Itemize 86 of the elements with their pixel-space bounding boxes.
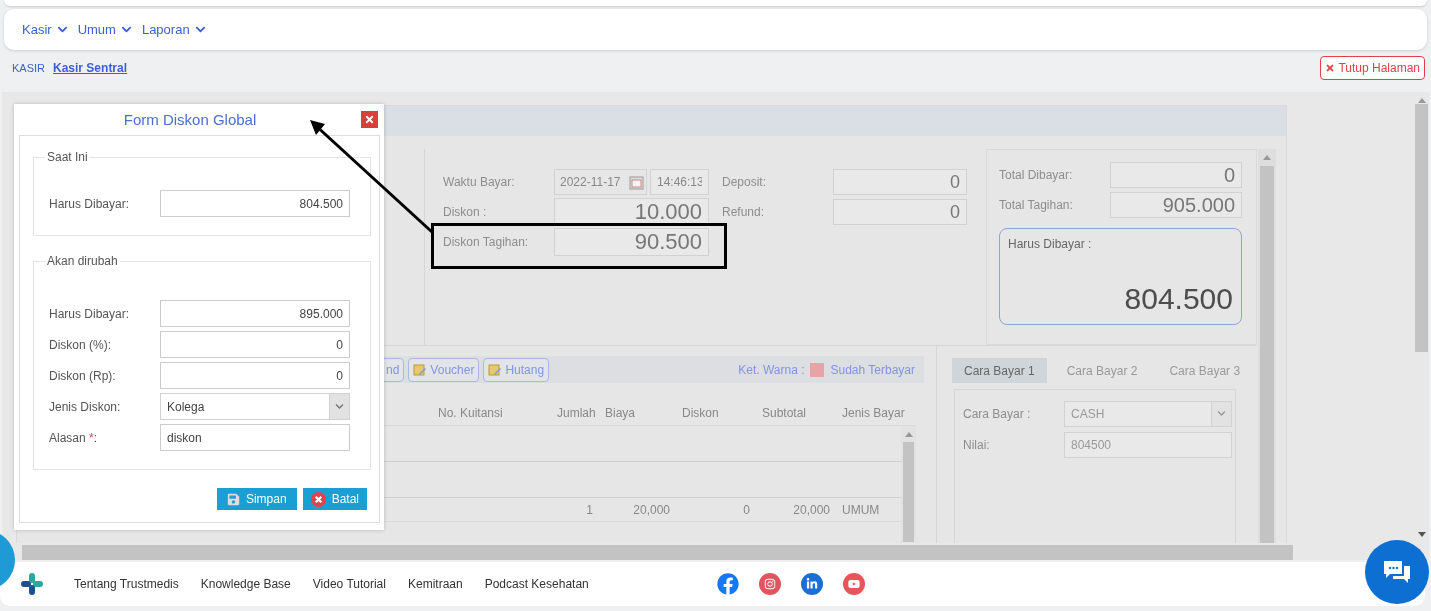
field-label: Waktu Bayar: bbox=[443, 175, 516, 189]
payment-tab[interactable]: Cara Bayar 1 bbox=[952, 358, 1047, 383]
cancel-button[interactable]: Batal bbox=[302, 488, 367, 510]
input-field[interactable]: 895.000 bbox=[160, 300, 350, 327]
chevron-down-icon bbox=[194, 24, 206, 35]
table-cell-text: 0 bbox=[742, 502, 751, 517]
section-legend: Akan dirubah bbox=[45, 254, 120, 268]
close-page-button[interactable]: Tutup Halaman bbox=[1320, 56, 1425, 80]
chevron-down-icon bbox=[120, 24, 132, 35]
field-label: Diskon : bbox=[443, 205, 488, 219]
total-bill-field[interactable]: 905.000 bbox=[1110, 192, 1242, 218]
save-button[interactable]: Simpan bbox=[216, 488, 297, 510]
calendar-icon[interactable] bbox=[629, 174, 644, 190]
linkedin-icon[interactable] bbox=[800, 573, 823, 595]
close-icon bbox=[1325, 63, 1336, 73]
dropdown-field[interactable]: Kolega bbox=[160, 393, 350, 420]
field-label: Total Tagihan: bbox=[999, 198, 1074, 212]
chat-icon bbox=[1382, 559, 1412, 585]
deposit-field[interactable]: 0 bbox=[833, 169, 967, 195]
column-header: Biaya bbox=[604, 406, 637, 420]
dialog-title: Form Diskon Global bbox=[122, 111, 258, 128]
amount-due-value: 804.500 bbox=[1124, 282, 1233, 316]
toolbar-button[interactable]: Hutang bbox=[483, 357, 550, 382]
field-label: Harus Dibayar: bbox=[49, 196, 131, 211]
payment-tab[interactable]: Cara Bayar 3 bbox=[1157, 358, 1253, 383]
field-label: Diskon Tagihan: bbox=[443, 235, 530, 249]
column-header: Subtotal bbox=[761, 406, 808, 420]
instagram-icon[interactable] bbox=[758, 573, 781, 595]
input-field[interactable]: 0 bbox=[160, 362, 350, 389]
input-field[interactable]: diskon bbox=[160, 424, 350, 451]
nav-menu[interactable]: Kasir bbox=[22, 22, 68, 37]
breadcrumb-link[interactable]: Kasir Sentral bbox=[53, 61, 128, 75]
close-icon bbox=[310, 491, 326, 507]
footer-link[interactable]: Knowledge Base bbox=[200, 577, 291, 591]
vertical-scrollbar[interactable] bbox=[901, 426, 916, 543]
save-icon bbox=[226, 492, 240, 506]
column-header: Jumlah bbox=[556, 406, 597, 420]
dropdown-field[interactable]: CASH bbox=[1064, 400, 1232, 427]
table-cell-text: 20,000 bbox=[632, 502, 671, 517]
column-header: Diskon bbox=[681, 406, 720, 420]
footer-link[interactable]: Video Tutorial bbox=[312, 577, 386, 591]
field-label: Jenis Diskon: bbox=[49, 399, 122, 414]
field-label: Diskon (%): bbox=[49, 337, 112, 352]
youtube-icon[interactable] bbox=[842, 573, 865, 595]
amount-field[interactable]: 804500 bbox=[1064, 431, 1232, 458]
field-label: Deposit: bbox=[721, 175, 768, 189]
vertical-scrollbar[interactable] bbox=[1258, 149, 1276, 543]
section-legend: Saat Ini bbox=[45, 150, 90, 164]
column-header: Jenis Bayar bbox=[841, 406, 906, 420]
field-label: Total Dibayar: bbox=[999, 168, 1074, 182]
footer-link[interactable]: Tentang Trustmedis bbox=[74, 577, 179, 591]
bill-discount-field[interactable]: 90.500 bbox=[554, 228, 709, 256]
field-label: Refund: bbox=[721, 205, 766, 219]
payment-tab[interactable]: Cara Bayar 2 bbox=[1054, 358, 1150, 383]
footer-link[interactable]: Podcast Kesehatan bbox=[484, 577, 589, 591]
legend-label: Sudah Terbayar bbox=[830, 362, 915, 377]
horizontal-scrollbar[interactable] bbox=[22, 545, 1293, 560]
field-label: Diskon (Rp): bbox=[49, 368, 117, 383]
close-icon bbox=[364, 114, 375, 125]
facebook-icon[interactable] bbox=[716, 573, 739, 595]
legend-label: Ket. Warna : bbox=[738, 362, 805, 377]
input-field[interactable]: 0 bbox=[160, 331, 350, 358]
footer-link[interactable]: Kemitraan bbox=[407, 577, 463, 591]
refund-field[interactable]: 0 bbox=[833, 199, 967, 225]
breadcrumb-section: KASIR bbox=[12, 62, 45, 74]
caret-icon bbox=[329, 394, 349, 419]
discount-field[interactable]: 10.000 bbox=[554, 198, 709, 226]
field-label: Alasan *: bbox=[49, 430, 99, 445]
field-label: Cara Bayar : bbox=[963, 406, 1032, 421]
table-cell-text: UMUM bbox=[841, 502, 881, 517]
close-button[interactable] bbox=[361, 111, 378, 128]
nav-menu[interactable]: Umum bbox=[77, 22, 132, 37]
logo-icon bbox=[20, 572, 44, 596]
caret-icon bbox=[1211, 401, 1231, 426]
table-cell-text: 1 bbox=[585, 502, 594, 517]
input-field[interactable]: 804.500 bbox=[160, 190, 350, 217]
toolbar-button[interactable]: Voucher bbox=[408, 357, 480, 382]
nav-menu[interactable]: Laporan bbox=[141, 22, 206, 37]
chevron-down-icon bbox=[56, 24, 68, 35]
column-header: No. Kuitansi bbox=[437, 406, 504, 420]
amount-due-label: Harus Dibayar : bbox=[1008, 237, 1092, 251]
field-label: Harus Dibayar: bbox=[49, 306, 131, 321]
total-paid-field[interactable]: 0 bbox=[1110, 162, 1242, 188]
table-cell-text: 20,000 bbox=[792, 502, 831, 517]
date-field[interactable]: 2022-11-17 bbox=[554, 169, 647, 195]
field-label: Nilai: bbox=[963, 437, 991, 452]
